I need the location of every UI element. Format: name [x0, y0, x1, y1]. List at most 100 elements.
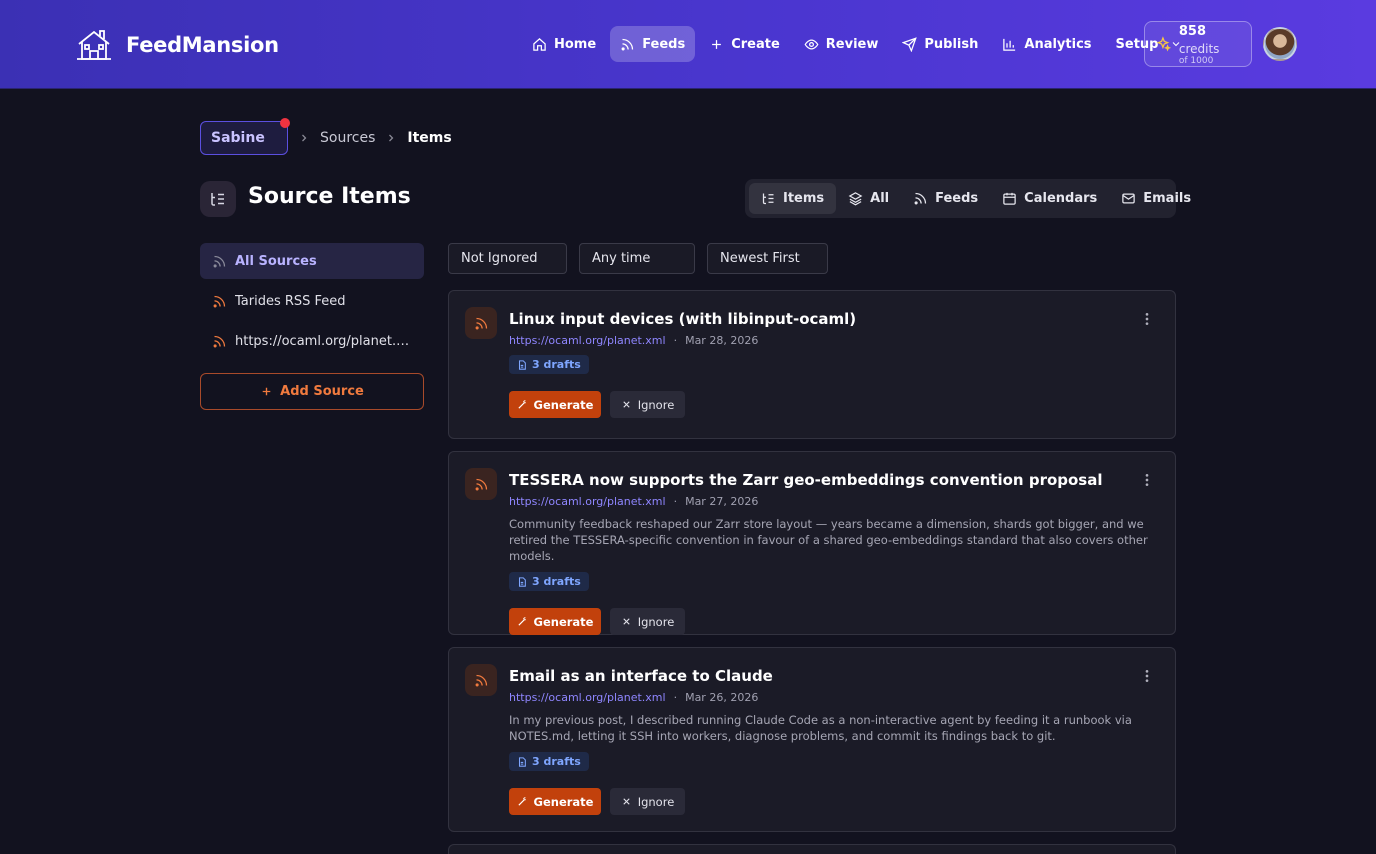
tab-items-label: Items [783, 191, 825, 206]
close-icon [623, 401, 630, 408]
card-body: TESSERA now supports the Zarr geo-embedd… [509, 469, 1159, 635]
status-filter-select[interactable]: Not Ignored [448, 243, 567, 274]
credits-value: 858 [1178, 24, 1206, 40]
more-options-icon[interactable] [1139, 668, 1155, 684]
nav-home[interactable]: Home [522, 26, 606, 62]
add-source-label: Add Source [280, 384, 364, 399]
tab-emails-label: Emails [1143, 191, 1192, 206]
tab-feeds-label: Feeds [935, 191, 979, 206]
add-source-button[interactable]: Add Source [200, 373, 424, 410]
nav-create[interactable]: Create [699, 26, 790, 62]
meta-separator: · [673, 691, 678, 704]
sidebar-item-tarides[interactable]: Tarides RSS Feed [200, 283, 424, 319]
sidebar-item-label: Tarides RSS Feed [235, 293, 346, 309]
workspace-selector[interactable]: Sabine [200, 118, 290, 155]
top-nav-bar: FeedMansion Home Feeds Create Review Pub… [0, 0, 1376, 89]
item-date: Mar 28, 2026 [685, 334, 759, 347]
user-avatar[interactable] [1263, 27, 1297, 61]
plus-icon [262, 387, 271, 396]
item-date: Mar 27, 2026 [685, 495, 759, 508]
nav-publish[interactable]: Publish [892, 26, 988, 62]
plus-icon [712, 39, 722, 49]
drafts-badge[interactable]: 3 drafts [509, 355, 589, 374]
generate-label: Generate [533, 614, 594, 629]
item-title[interactable]: TESSERA now supports the Zarr geo-embedd… [509, 469, 1159, 491]
main-nav: Home Feeds Create Review Publish Analyti… [522, 26, 1192, 62]
item-title[interactable]: Email as an interface to Claude [509, 665, 1159, 687]
tab-calendars[interactable]: Calendars [990, 183, 1109, 214]
ignore-button[interactable]: Ignore [610, 391, 685, 418]
close-icon [623, 618, 630, 625]
nav-feeds-label: Feeds [642, 36, 686, 52]
file-icon [518, 359, 526, 370]
source-item-card-partial[interactable] [448, 844, 1176, 854]
rss-icon [475, 317, 487, 329]
nav-review[interactable]: Review [794, 26, 889, 62]
magic-wand-icon [517, 399, 526, 409]
generate-label: Generate [533, 397, 594, 412]
page-title: Source Items [248, 184, 411, 209]
tab-calendars-label: Calendars [1024, 191, 1098, 206]
generate-button[interactable]: Generate [509, 788, 601, 815]
sidebar-item-ocaml-planet[interactable]: https://ocaml.org/planet.xml [200, 323, 424, 359]
item-source-url[interactable]: https://ocaml.org/planet.xml [509, 691, 666, 704]
source-item-card[interactable]: Linux input devices (with libinput-ocaml… [448, 290, 1176, 439]
card-body: Email as an interface to Claude https://… [509, 665, 1159, 815]
item-source-url[interactable]: https://ocaml.org/planet.xml [509, 495, 666, 508]
generate-button[interactable]: Generate [509, 608, 601, 635]
nav-create-label: Create [731, 36, 780, 52]
item-actions: Generate Ignore [509, 391, 1159, 418]
ignore-label: Ignore [637, 614, 675, 629]
layers-icon [848, 192, 863, 206]
drafts-count: 3 drafts [532, 575, 581, 588]
sidebar-item-all-sources[interactable]: All Sources [200, 243, 424, 279]
list-tree-icon [762, 193, 774, 205]
drafts-badge[interactable]: 3 drafts [509, 752, 589, 771]
brand[interactable]: FeedMansion [76, 28, 279, 62]
close-icon [623, 798, 630, 805]
brand-name: FeedMansion [126, 33, 279, 57]
sort-select[interactable]: Newest First [707, 243, 828, 274]
source-item-card[interactable]: TESSERA now supports the Zarr geo-embedd… [448, 451, 1176, 635]
generate-button[interactable]: Generate [509, 391, 601, 418]
breadcrumb-sources[interactable]: Sources [320, 130, 375, 146]
tab-emails[interactable]: Emails [1109, 183, 1203, 214]
rss-icon [621, 38, 634, 50]
generate-label: Generate [533, 794, 594, 809]
nav-analytics[interactable]: Analytics [992, 26, 1101, 62]
tab-items[interactable]: Items [749, 183, 837, 214]
rss-icon [914, 192, 927, 205]
ignore-label: Ignore [637, 794, 675, 809]
drafts-count: 3 drafts [532, 358, 581, 371]
source-item-card[interactable]: Email as an interface to Claude https://… [448, 647, 1176, 832]
sidebar-item-label: All Sources [235, 253, 317, 269]
credits-badge[interactable]: 858 credits of 1000 [1144, 21, 1252, 67]
item-source-url[interactable]: https://ocaml.org/planet.xml [509, 334, 666, 347]
item-meta: https://ocaml.org/planet.xml · Mar 27, 2… [509, 495, 1159, 508]
drafts-badge[interactable]: 3 drafts [509, 572, 589, 591]
sparkles-icon [1156, 36, 1171, 52]
item-meta: https://ocaml.org/planet.xml · Mar 26, 2… [509, 691, 1159, 704]
rss-icon [475, 674, 487, 686]
view-tabs: Items All Feeds Calendars Emails [745, 179, 1191, 218]
more-options-icon[interactable] [1139, 311, 1155, 327]
source-icon [465, 468, 497, 500]
nav-feeds[interactable]: Feeds [610, 26, 696, 62]
item-actions: Generate Ignore [509, 788, 1159, 815]
calendar-icon [1003, 192, 1016, 205]
ignore-button[interactable]: Ignore [610, 608, 685, 635]
sidebar-item-label: https://ocaml.org/planet.xml [235, 333, 411, 349]
file-icon [518, 756, 526, 767]
meta-separator: · [673, 495, 678, 508]
workspace-name: Sabine [211, 130, 265, 146]
eye-icon [804, 38, 819, 50]
tab-feeds[interactable]: Feeds [901, 183, 990, 214]
more-options-icon[interactable] [1139, 472, 1155, 488]
time-filter-select[interactable]: Any time [579, 243, 695, 274]
item-meta: https://ocaml.org/planet.xml · Mar 28, 2… [509, 334, 1159, 347]
rss-icon [475, 478, 487, 490]
item-title[interactable]: Linux input devices (with libinput-ocaml… [509, 308, 1159, 330]
ignore-button[interactable]: Ignore [610, 788, 685, 815]
tab-all[interactable]: All [836, 183, 901, 214]
chevron-right-icon [389, 134, 394, 142]
